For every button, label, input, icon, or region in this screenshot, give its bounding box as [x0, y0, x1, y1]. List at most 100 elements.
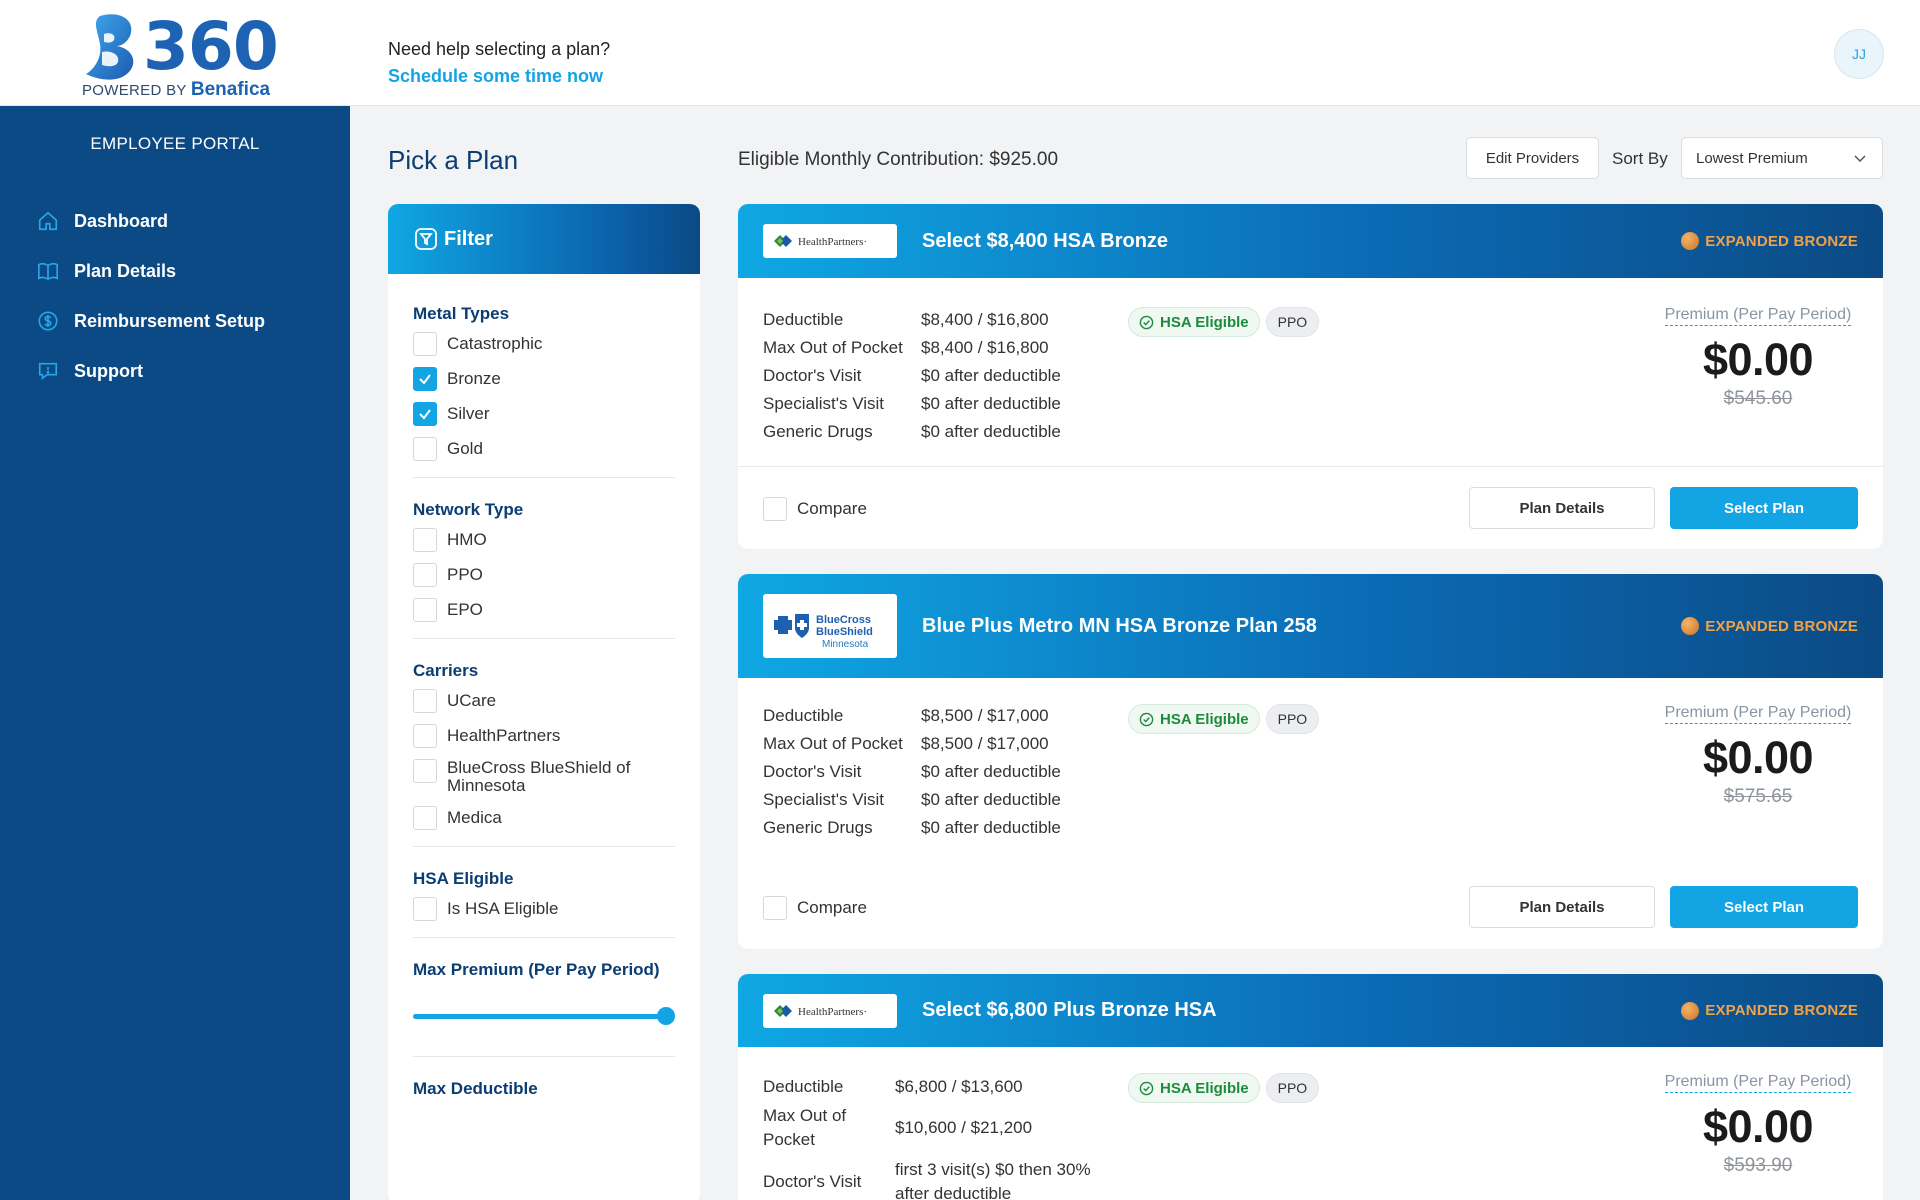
filter-option-healthpartners[interactable]: HealthPartners: [413, 724, 675, 748]
filter-option-bcbs-mn[interactable]: BlueCross BlueShield of Minnesota: [413, 759, 675, 795]
select-plan-button[interactable]: Select Plan: [1670, 886, 1858, 928]
benefit-key: Specialist's Visit: [763, 790, 885, 809]
filter-option-silver[interactable]: Silver: [413, 402, 675, 426]
filter-option-epo[interactable]: EPO: [413, 598, 675, 622]
premium-label[interactable]: Premium (Per Pay Period): [1664, 704, 1852, 724]
checkbox[interactable]: [413, 759, 437, 783]
network-type-title: Network Type: [413, 500, 524, 519]
checkbox[interactable]: [413, 598, 437, 622]
svg-text:BlueShield: BlueShield: [816, 626, 873, 638]
top-header: 360 POWERED BY Benafica Need help select…: [0, 0, 1920, 106]
filter-option-bronze[interactable]: Bronze: [413, 367, 675, 391]
premium-block: Premium (Per Pay Period) $0.00 $545.60: [1658, 306, 1858, 410]
sidebar-item-dashboard[interactable]: Dashboard: [36, 196, 265, 246]
benefit-value: $0 after deductible: [921, 790, 1061, 809]
checkbox[interactable]: [413, 528, 437, 552]
carriers-section: Carriers UCare HealthPartners BlueCross …: [388, 661, 700, 830]
checkbox[interactable]: [413, 724, 437, 748]
plan-card: BlueCross BlueShield Minnesota Blue Plus…: [738, 574, 1883, 949]
divider: [413, 638, 675, 639]
option-label: HealthPartners: [447, 726, 561, 745]
benefit-key: Doctor's Visit: [763, 366, 862, 385]
healthpartners-logo: HealthPartners·: [763, 224, 897, 258]
benefit-row: Deductible $6,800 / $13,600: [763, 1073, 1095, 1101]
svg-text:HealthPartners·: HealthPartners·: [798, 236, 867, 248]
benefit-row: Generic Drugs $0 after deductible: [763, 814, 1061, 842]
benefit-value: first 3 visit(s) $0 then 30% after deduc…: [895, 1160, 1091, 1200]
filter-option-hmo[interactable]: HMO: [413, 528, 675, 552]
checkbox[interactable]: [413, 897, 437, 921]
benefit-value: $10,600 / $21,200: [895, 1118, 1033, 1137]
filter-option-is-hsa[interactable]: Is HSA Eligible: [413, 897, 675, 921]
slider-track: [413, 1014, 669, 1019]
check-icon: [419, 374, 431, 385]
filter-option-ucare[interactable]: UCare: [413, 689, 675, 713]
plan-benefits: Deductible $6,800 / $13,600 Max Out of Po…: [763, 1073, 1095, 1200]
max-premium-slider[interactable]: [413, 1004, 675, 1028]
checkbox-checked[interactable]: [413, 367, 437, 391]
filter-header: Filter: [388, 204, 700, 274]
sort-select-value: Lowest Premium: [1696, 149, 1808, 167]
filter-option-catastrophic[interactable]: Catastrophic: [413, 332, 675, 356]
option-label: UCare: [447, 691, 497, 710]
plan-details-button[interactable]: Plan Details: [1469, 487, 1655, 529]
original-premium: $545.60: [1723, 388, 1793, 409]
premium-label[interactable]: Premium (Per Pay Period): [1664, 1073, 1852, 1093]
slider-thumb[interactable]: [657, 1007, 675, 1025]
metal-types-section: Metal Types Catastrophic Bronze Silver G…: [388, 274, 700, 461]
filter-option-ppo[interactable]: PPO: [413, 563, 675, 587]
benefit-key: Deductible: [763, 1077, 844, 1096]
premium-amount: $0.00: [1702, 1101, 1814, 1152]
plan-name: Select $8,400 HSA Bronze: [922, 229, 1169, 252]
filter-title: Filter: [444, 227, 493, 250]
checkbox[interactable]: [413, 332, 437, 356]
select-plan-button[interactable]: Select Plan: [1670, 487, 1858, 529]
network-badge: PPO: [1265, 704, 1320, 734]
checkbox[interactable]: [413, 806, 437, 830]
powered-brand: Benafica: [190, 79, 271, 100]
sidebar-item-label: Plan Details: [74, 260, 177, 281]
b360-logo[interactable]: 360 POWERED BY Benafica: [80, 8, 279, 101]
svg-text:BlueCross: BlueCross: [816, 614, 871, 626]
benefit-value: $0 after deductible: [921, 818, 1061, 837]
sidebar-item-plan-details[interactable]: Plan Details: [36, 246, 265, 296]
plan-card-header: HealthPartners· Select $8,400 HSA Bronze…: [738, 204, 1883, 278]
compare-toggle[interactable]: Compare: [763, 896, 867, 920]
edit-providers-button[interactable]: Edit Providers: [1466, 137, 1599, 179]
network-badge: PPO: [1265, 307, 1320, 337]
benefit-row: Generic Drugs $0 after deductible: [763, 418, 1061, 446]
checkbox-checked[interactable]: [413, 402, 437, 426]
plan-badges: HSA Eligible PPO: [1128, 1073, 1320, 1103]
compare-checkbox[interactable]: [763, 497, 787, 521]
benefit-row: Max Out of Pocket $10,600 / $21,200: [763, 1103, 1095, 1153]
home-icon: [36, 209, 60, 233]
checkbox[interactable]: [413, 563, 437, 587]
sidebar-item-support[interactable]: Support: [36, 346, 265, 396]
filter-option-gold[interactable]: Gold: [413, 437, 675, 461]
bronze-medal-icon: [1681, 617, 1700, 635]
checkbox[interactable]: [413, 689, 437, 713]
divider: [413, 846, 675, 847]
benefit-row: Specialist's Visit $0 after deductible: [763, 786, 1061, 814]
schedule-link[interactable]: Schedule some time now: [388, 66, 610, 87]
compare-checkbox[interactable]: [763, 896, 787, 920]
compare-label: Compare: [797, 898, 867, 917]
b-logo-mark-icon: [86, 14, 134, 80]
compare-toggle[interactable]: Compare: [763, 497, 867, 521]
option-label: Medica: [447, 808, 502, 827]
avatar[interactable]: JJ: [1834, 29, 1884, 79]
benefit-key: Doctor's Visit: [763, 1172, 862, 1191]
premium-label[interactable]: Premium (Per Pay Period): [1664, 306, 1852, 326]
filter-option-medica[interactable]: Medica: [413, 806, 675, 830]
sort-select[interactable]: Lowest Premium: [1681, 137, 1883, 179]
benefit-row: Specialist's Visit $0 after deductible: [763, 390, 1061, 418]
filter-panel: Filter Metal Types Catastrophic Bronze S…: [388, 204, 700, 1200]
benefit-key: Max Out of Pocket: [763, 338, 903, 357]
sidebar-item-label: Reimbursement Setup: [74, 310, 266, 331]
sidebar-item-reimbursement[interactable]: Reimbursement Setup: [36, 296, 265, 346]
benefit-row: Doctor's Visit $0 after deductible: [763, 362, 1061, 390]
plan-details-button[interactable]: Plan Details: [1469, 886, 1655, 928]
option-label: Silver: [447, 404, 490, 423]
benefit-value: $0 after deductible: [921, 366, 1061, 385]
checkbox[interactable]: [413, 437, 437, 461]
